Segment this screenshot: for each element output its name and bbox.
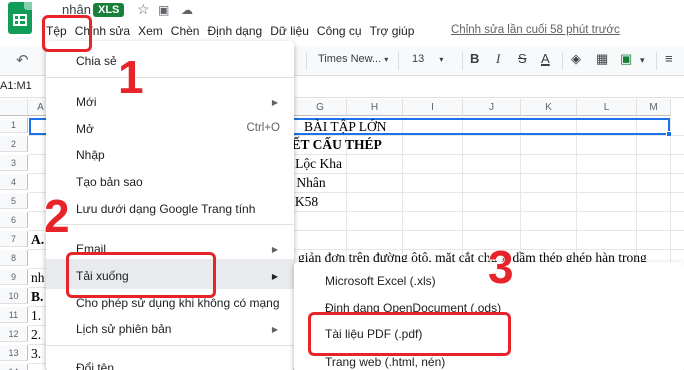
row-header-8[interactable]: 8 [0, 250, 28, 266]
font-size-select[interactable]: 13 ▾ [412, 53, 443, 65]
cell-subtitle[interactable]: KẾT CẤU THÉP [281, 137, 382, 153]
fill-color-icon[interactable]: ◈ [571, 51, 581, 67]
cloud-status-icon[interactable]: ☁ [181, 3, 193, 17]
row-header-5[interactable]: 5 [0, 193, 28, 209]
star-icon[interactable]: ☆ [137, 1, 150, 18]
toolbar-divider [562, 52, 563, 70]
file-format-badge: XLS [93, 3, 125, 17]
menu-item-open[interactable]: Mở [76, 122, 94, 136]
name-box[interactable]: A1:M1 [0, 80, 32, 92]
cell-text[interactable]: A. [31, 232, 44, 248]
column-header-m[interactable]: M [637, 99, 671, 116]
step-number-3: 3 [487, 241, 515, 293]
toolbar-divider [656, 52, 657, 70]
menu-item-make-copy[interactable]: Tạo bản sao [76, 175, 143, 189]
align-left-icon[interactable]: ≡ [665, 51, 673, 66]
last-edit-link[interactable]: Chỉnh sửa lần cuối 58 phút trước [451, 24, 620, 36]
menu-item-save-as-sheets[interactable]: Lưu dưới dạng Google Trang tính [76, 202, 255, 216]
highlight-box-file-menu [42, 15, 92, 52]
menu-item-share[interactable]: Chia sẻ [76, 54, 117, 68]
cell-text[interactable]: 2. [31, 327, 41, 343]
row-header-10[interactable]: 10 [0, 288, 28, 304]
menu-data[interactable]: Dữ liệu [270, 24, 309, 40]
cell-text[interactable]: 3. [31, 346, 41, 362]
fill-handle[interactable] [666, 131, 672, 137]
file-menu: Chia sẻ Mới ▶ Mở Ctrl+O Nhập Tạo bản sao… [46, 41, 294, 370]
menu-item-rename[interactable]: Đổi tên [76, 361, 114, 370]
merge-cells-icon[interactable]: ▣ [620, 51, 632, 67]
bold-button[interactable]: B [470, 51, 479, 66]
highlight-box-pdf [308, 312, 511, 356]
toolbar-divider [398, 52, 399, 70]
font-family-select[interactable]: Times New... ▾ [318, 53, 388, 65]
submenu-arrow-icon: ▶ [271, 272, 278, 281]
row-header-1[interactable]: 1 [0, 117, 28, 133]
menu-format[interactable]: Định dạng [207, 24, 262, 40]
row-header-11[interactable]: 11 [0, 307, 28, 323]
column-header-k[interactable]: K [521, 99, 577, 116]
menu-insert[interactable]: Chèn [171, 24, 200, 40]
column-header-l[interactable]: L [577, 99, 637, 116]
step-number-2: 2 [43, 190, 71, 242]
row-header-13[interactable]: 13 [0, 345, 28, 361]
row-header-14[interactable]: 14 [0, 364, 28, 370]
cell-text[interactable]: 1. [31, 308, 41, 324]
menu-bar: Tệp Chỉnh sửa Xem Chèn Định dạng Dữ liệu… [46, 24, 422, 40]
toolbar-divider [306, 52, 307, 70]
column-header-h[interactable]: H [347, 99, 403, 116]
menu-divider [46, 224, 294, 225]
submenu-arrow-icon: ▶ [271, 98, 278, 107]
shortcut-label: Ctrl+O [246, 122, 280, 134]
column-header-g[interactable]: G [294, 99, 347, 116]
submenu-arrow-icon: ▶ [271, 325, 278, 334]
cell-text[interactable]: B. [31, 289, 43, 305]
toolbar-divider [462, 52, 463, 70]
menu-divider [46, 345, 294, 346]
undo-icon[interactable]: ↶ [16, 51, 29, 69]
step-number-1: 1 [117, 51, 145, 103]
menu-view[interactable]: Xem [138, 24, 163, 40]
row-header-7[interactable]: 7 [0, 231, 28, 247]
sheets-logo-icon[interactable] [8, 2, 32, 34]
column-header-j[interactable]: J [463, 99, 521, 116]
menu-item-import[interactable]: Nhập [76, 148, 105, 162]
cell-text[interactable]: nh [31, 270, 45, 286]
merge-dropdown-icon[interactable]: ▾ [640, 55, 645, 66]
submenu-arrow-icon: ▶ [271, 245, 278, 254]
menu-tools[interactable]: Công cụ [317, 24, 362, 40]
download-option-xlsx[interactable]: Microsoft Excel (.xls) [325, 274, 436, 288]
menu-item-offline[interactable]: Cho phép sử dụng khi không có mạng [76, 296, 280, 310]
strikethrough-button[interactable]: S [518, 51, 527, 66]
menu-divider [46, 77, 294, 78]
menu-help[interactable]: Trợ giúp [370, 24, 415, 40]
italic-button[interactable]: I [496, 51, 500, 67]
highlight-box-download [66, 252, 216, 298]
row-header-9[interactable]: 9 [0, 269, 28, 285]
row-header-6[interactable]: 6 [0, 212, 28, 228]
menu-item-version-history[interactable]: Lịch sử phiên bản [76, 322, 171, 336]
cell-title[interactable]: BÀI TẬP LỚN [304, 119, 387, 135]
font-size-value: 13 [412, 53, 425, 65]
font-family-value: Times New... [318, 53, 382, 65]
borders-icon[interactable]: ▦ [596, 51, 608, 67]
text-color-button[interactable]: A [541, 51, 550, 66]
column-header-i[interactable]: I [403, 99, 463, 116]
download-option-html[interactable]: Trang web (.html, nén) [325, 355, 445, 369]
menu-item-new[interactable]: Mới [76, 95, 97, 109]
select-all-corner[interactable] [0, 99, 28, 116]
row-header-3[interactable]: 3 [0, 155, 28, 171]
move-folder-icon[interactable]: ▣ [158, 3, 169, 17]
row-header-2[interactable]: 2 [0, 136, 28, 152]
row-header-12[interactable]: 12 [0, 326, 28, 342]
row-header-4[interactable]: 4 [0, 174, 28, 190]
